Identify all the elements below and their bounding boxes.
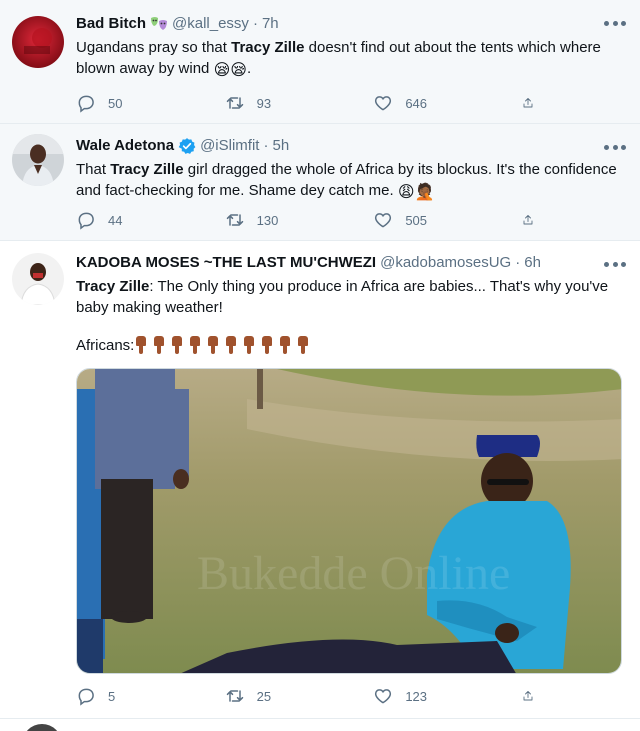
pointing-down-emoji: [170, 336, 184, 354]
like-count: 646: [405, 95, 428, 111]
mask-emoji-icon: [150, 15, 168, 33]
tweet-2[interactable]: Wale Adetona @iSlimfit · 5h That Tracy Z…: [0, 124, 640, 241]
avatar[interactable]: [12, 134, 64, 186]
action-bar: 44 130 505: [76, 208, 546, 232]
tweet-text-start: That: [76, 161, 111, 178]
separator-dot: ·: [515, 254, 521, 271]
more-icon[interactable]: [604, 16, 626, 30]
retweet-count: 93: [256, 95, 272, 111]
pointing-down-emoji: [278, 336, 292, 354]
retweet-button[interactable]: 93: [225, 91, 335, 115]
tweet-text-bold: Tracy Zille: [231, 39, 305, 56]
tweet-text: That Tracy Zille girl dragged the whole …: [76, 159, 626, 201]
reply-button[interactable]: 50: [76, 91, 186, 115]
user-handle[interactable]: @kall_essy: [172, 14, 249, 34]
share-button[interactable]: [522, 208, 546, 232]
svg-text:Bukedde Online: Bukedde Online: [197, 547, 510, 600]
tweet-photo[interactable]: Bukedde Online: [76, 368, 622, 674]
like-button[interactable]: 123: [373, 684, 483, 708]
share-icon: [523, 98, 533, 108]
display-name[interactable]: KADOBA MOSES ~THE LAST MU'CHWEZI: [76, 253, 376, 273]
retweet-icon: [226, 690, 243, 702]
share-button[interactable]: [522, 91, 546, 115]
tweet-3[interactable]: KADOBA MOSES ~THE LAST MU'CHWEZI @kadoba…: [0, 241, 640, 719]
separator-dot: ·: [252, 15, 258, 32]
next-tweet-avatar[interactable]: [22, 724, 62, 731]
like-icon: [375, 213, 392, 228]
avatar[interactable]: [12, 253, 64, 305]
tweet-header: Wale Adetona @iSlimfit · 5h: [76, 136, 626, 156]
tweet-header: KADOBA MOSES ~THE LAST MU'CHWEZI @kadoba…: [76, 253, 626, 273]
tweet-text-bold: Tracy Zille: [110, 161, 184, 178]
reply-icon: [78, 212, 94, 230]
reply-icon: [78, 688, 94, 706]
pointing-down-emoji: [296, 336, 310, 354]
timestamp[interactable]: 5h: [272, 136, 289, 156]
like-icon: [375, 689, 392, 704]
emoji-group: 😩🤦🏾: [397, 184, 435, 201]
pointing-down-emoji: [206, 336, 220, 354]
retweet-count: 130: [256, 212, 279, 228]
retweet-icon: [226, 97, 243, 109]
like-count: 123: [405, 688, 428, 704]
retweet-button[interactable]: 130: [225, 208, 335, 232]
retweet-icon: [226, 214, 243, 226]
reply-button[interactable]: 44: [76, 208, 186, 232]
timestamp[interactable]: 7h: [262, 14, 279, 34]
pointing-down-emoji: [134, 336, 148, 354]
tweet-text-start: Ugandans pray so that: [76, 39, 232, 56]
display-name[interactable]: Bad Bitch: [76, 14, 146, 34]
share-icon: [523, 691, 533, 701]
tweet-1[interactable]: Bad Bitch @kall_essy · 7h Ugandans pray …: [0, 0, 640, 124]
pointing-down-emoji: [188, 336, 202, 354]
user-handle[interactable]: @kadobamosesUG: [380, 253, 511, 273]
retweet-button[interactable]: 25: [225, 684, 335, 708]
pointing-down-emoji: [242, 336, 256, 354]
tweet-text-africans: Africans:: [76, 337, 135, 354]
tweet-text-line2: Africans:: [76, 335, 626, 356]
pointing-down-emoji-row: [134, 336, 314, 354]
user-handle[interactable]: @iSlimfit: [200, 136, 259, 156]
tweet-text: Ugandans pray so that Tracy Zille doesn'…: [76, 37, 626, 79]
pointing-down-emoji: [152, 336, 166, 354]
tweet-text-rest: : The Only thing you produce in Africa a…: [76, 278, 609, 316]
tweet-text-end: .: [246, 60, 252, 77]
more-icon[interactable]: [604, 140, 626, 154]
reply-count: 50: [108, 95, 123, 111]
retweet-count: 25: [256, 688, 272, 704]
action-bar: 5 25 123: [76, 684, 546, 708]
like-button[interactable]: 646: [373, 91, 483, 115]
reply-count: 44: [108, 212, 123, 228]
display-name[interactable]: Wale Adetona: [76, 136, 174, 156]
like-button[interactable]: 505: [373, 208, 483, 232]
verified-badge-icon: [178, 137, 196, 155]
reply-button[interactable]: 5: [76, 684, 186, 708]
reply-icon: [78, 95, 94, 113]
pointing-down-emoji: [224, 336, 238, 354]
tweet-header: Bad Bitch @kall_essy · 7h: [76, 14, 626, 34]
pointing-down-emoji: [260, 336, 274, 354]
like-count: 505: [405, 212, 428, 228]
share-icon: [523, 215, 533, 225]
sleepy-face-emoji: 😪😪: [213, 62, 247, 79]
action-bar: 50 93 646: [76, 91, 546, 115]
separator-dot: ·: [263, 137, 269, 154]
more-icon[interactable]: [604, 257, 626, 271]
share-button[interactable]: [522, 684, 546, 708]
avatar[interactable]: [12, 16, 64, 68]
like-icon: [375, 96, 392, 111]
timestamp[interactable]: 6h: [524, 253, 541, 273]
tweet-text-bold: Tracy Zille: [76, 278, 150, 295]
reply-count: 5: [108, 688, 116, 704]
tweet-text: Tracy Zille: The Only thing you produce …: [76, 276, 626, 318]
